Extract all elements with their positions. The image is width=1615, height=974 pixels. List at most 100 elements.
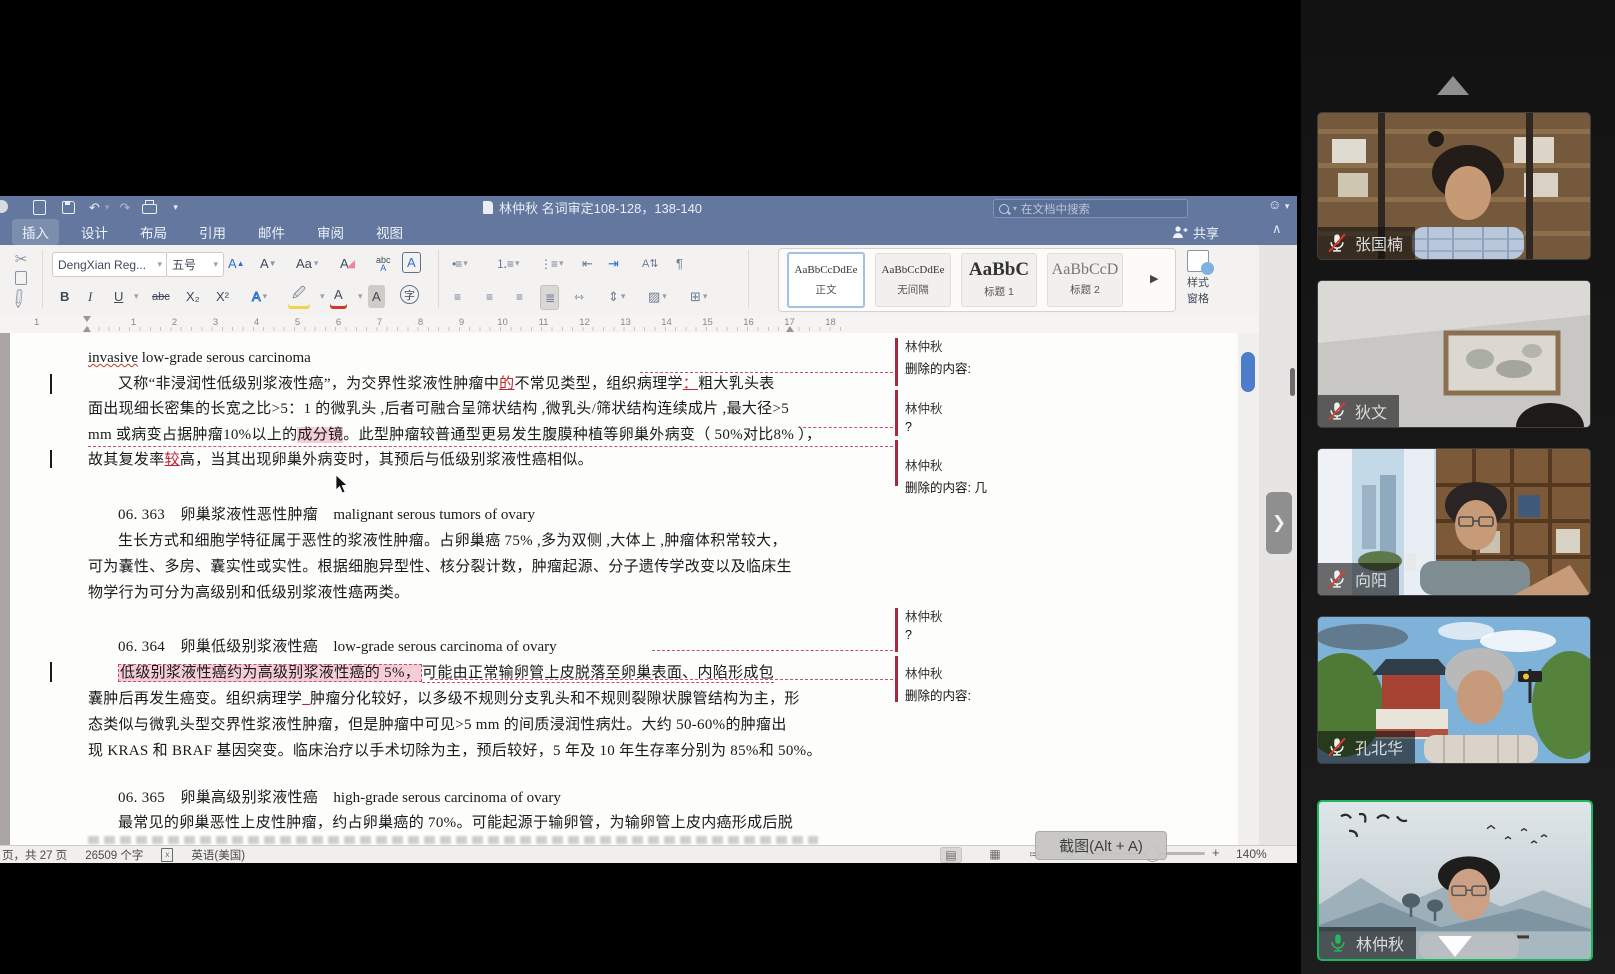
zoom-in-button[interactable]: + xyxy=(1212,845,1220,860)
vertical-scrollbar-thumb[interactable] xyxy=(1241,352,1255,392)
bold-button[interactable]: B xyxy=(56,285,73,308)
scroll-up-arrow-icon[interactable] xyxy=(1437,76,1469,95)
styles-gallery-more-icon[interactable]: ▶ xyxy=(1150,272,1158,285)
proofing-status-icon[interactable]: x xyxy=(161,848,173,862)
paste-icon[interactable] xyxy=(15,271,27,285)
ribbon-tab[interactable]: 引用 xyxy=(189,219,236,245)
revision-comment[interactable]: 林仲秋 ? xyxy=(905,606,1205,642)
borders-button[interactable]: ⊞▾ xyxy=(686,285,711,308)
italic-button[interactable]: I xyxy=(84,285,96,308)
first-line-indent-marker[interactable] xyxy=(83,316,91,322)
cut-icon[interactable]: ✂ xyxy=(15,250,28,268)
font-size-select[interactable]: 五号▾ xyxy=(166,252,224,277)
increase-indent-button[interactable]: ⇥ xyxy=(604,252,623,275)
save-icon[interactable] xyxy=(62,201,75,214)
clear-formatting-button[interactable]: A◢ xyxy=(336,252,359,275)
shading-button[interactable]: ▨▾ xyxy=(644,285,671,308)
show-marks-button[interactable]: ¶ xyxy=(672,252,687,275)
print-layout-view-button[interactable]: ▤ xyxy=(940,847,962,863)
align-right-button[interactable]: ≡ xyxy=(512,285,526,308)
sort-button[interactable]: A⇅ xyxy=(638,252,663,275)
new-document-icon[interactable] xyxy=(33,200,46,215)
ribbon-tab[interactable]: 邮件 xyxy=(248,219,295,245)
font-color-dropdown-icon[interactable]: ▾ xyxy=(352,285,367,308)
character-shading-button[interactable]: A xyxy=(368,285,385,308)
collapse-ribbon-icon[interactable]: ∧ xyxy=(1272,221,1282,237)
mini-scrollbar-thumb[interactable] xyxy=(1290,368,1295,396)
highlight-color-button[interactable]: 🖉 xyxy=(288,283,310,306)
underline-dropdown-icon[interactable]: ▾ xyxy=(128,285,143,308)
underline-button[interactable]: U xyxy=(110,285,127,308)
participant-name: 张国楠 xyxy=(1355,231,1403,255)
multilevel-list-button[interactable]: ⋮≡▾ xyxy=(536,252,567,275)
style-chip[interactable]: AaBbCcDdEe 无间隔 xyxy=(875,253,951,307)
participant-tile[interactable]: 孔北华 xyxy=(1317,616,1591,764)
participant-tile[interactable]: 林仲秋 xyxy=(1317,800,1593,961)
vertical-scrollbar[interactable] xyxy=(1238,333,1259,845)
format-painter-icon[interactable]: 🖉 xyxy=(7,286,35,315)
text-segment: 可为囊性、多房、囊实性或实性。根据细胞异型性、核分裂计数，肿瘤起源、分子遗传学改… xyxy=(88,559,792,575)
subscript-button[interactable]: X₂ xyxy=(182,285,204,308)
search-dropdown-icon[interactable]: ▾ xyxy=(1013,204,1017,213)
bullets-button[interactable]: •≡▾ xyxy=(448,252,471,275)
word-count[interactable]: 26509 个字 xyxy=(85,847,143,863)
window-control-button[interactable] xyxy=(0,200,8,213)
text-segment: 故其复发率 xyxy=(88,452,165,468)
page-info[interactable]: 页，共 27 页 xyxy=(2,847,67,863)
share-button[interactable]: 共享 xyxy=(1172,219,1219,245)
ribbon-tab[interactable]: 设计 xyxy=(71,219,118,245)
read-mode-view-button[interactable]: ▦ xyxy=(985,847,1005,861)
align-left-button[interactable]: ≡ xyxy=(450,285,464,308)
revision-comment[interactable]: 林仲秋 删除的内容: xyxy=(905,663,1205,704)
scroll-down-arrow-icon[interactable] xyxy=(1438,936,1472,957)
hanging-indent-marker[interactable] xyxy=(83,326,91,332)
zoom-level[interactable]: 140% xyxy=(1236,847,1267,861)
decrease-indent-button[interactable]: ⇤ xyxy=(578,252,597,275)
ribbon-tab[interactable]: 插入 xyxy=(12,219,59,245)
search-input[interactable]: ▾ 在文档中搜索 xyxy=(993,199,1188,218)
strikethrough-button[interactable]: abc xyxy=(148,285,174,308)
highlight-dropdown-icon[interactable]: ▾ xyxy=(314,285,329,308)
style-chip[interactable]: AaBbCcD 标题 2 xyxy=(1047,253,1123,307)
participant-tile[interactable]: 向阳 xyxy=(1317,448,1591,596)
superscript-button[interactable]: X² xyxy=(212,285,233,308)
shrink-font-button[interactable]: A▼ xyxy=(256,252,281,275)
participant-tile[interactable]: 张国楠 xyxy=(1317,112,1591,260)
revision-comment[interactable]: 林仲秋 删除的内容: xyxy=(905,336,1205,377)
enclose-characters-button[interactable]: 字 xyxy=(396,283,423,306)
document-line: 低级别浆液性癌约为高级别浆液性癌的 5%，可能由正常输卵管上皮脱落至卵巢表面、内… xyxy=(88,660,822,686)
participant-name: 向阳 xyxy=(1355,567,1387,591)
line-spacing-button[interactable]: ⇕▾ xyxy=(604,285,629,308)
font-name-select[interactable]: DengXian Reg...▾ xyxy=(52,252,168,277)
phonetic-guide-button[interactable]: abcA xyxy=(372,252,395,275)
style-chip[interactable]: AaBbCcDdEe 正文 xyxy=(787,252,865,308)
change-case-button[interactable]: Aa▾ xyxy=(292,252,322,275)
expand-pane-button[interactable]: ❯ xyxy=(1266,492,1292,554)
ribbon-tab[interactable]: 视图 xyxy=(366,219,413,245)
align-center-button[interactable]: ≡ xyxy=(482,285,496,308)
ribbon-tab[interactable]: 布局 xyxy=(130,219,177,245)
style-pane-button[interactable]: 样式 窗格 xyxy=(1172,250,1224,306)
font-color-button[interactable]: A xyxy=(330,283,347,306)
revision-comment[interactable]: 林仲秋 ? xyxy=(905,398,1205,434)
redo-icon[interactable]: ↷ xyxy=(119,196,130,219)
comment-author: 林仲秋 xyxy=(905,455,1205,474)
ribbon-tab[interactable]: 审阅 xyxy=(307,219,354,245)
toolbar-options-icon[interactable]: ▾ xyxy=(173,196,178,219)
character-border-button[interactable]: A xyxy=(402,252,421,273)
justify-button[interactable]: ≣ xyxy=(540,285,559,310)
text-effects-button[interactable]: A▾ xyxy=(248,285,271,308)
participant-tile[interactable]: 狄文 xyxy=(1317,280,1591,428)
style-chip[interactable]: AaBbC 标题 1 xyxy=(961,253,1037,307)
feedback-smiley-icon[interactable]: ☺ ▾ xyxy=(1268,197,1289,212)
revision-comment[interactable]: 林仲秋 删除的内容: 几 xyxy=(905,455,1205,496)
horizontal-ruler[interactable]: 1 123456789101112131415161718 xyxy=(0,315,1297,334)
language-status[interactable]: 英语(美国) xyxy=(191,847,245,863)
print-icon[interactable] xyxy=(142,201,157,214)
grow-font-button[interactable]: A▲ xyxy=(224,252,249,275)
text-segment: 不常见类型，组织病理学 xyxy=(514,376,682,392)
undo-icon[interactable]: ↶▾ xyxy=(89,196,109,219)
distribute-button[interactable]: ⇿ xyxy=(570,285,587,308)
right-indent-marker[interactable] xyxy=(786,326,794,332)
numbering-button[interactable]: ⒈≡▾ xyxy=(492,252,523,275)
